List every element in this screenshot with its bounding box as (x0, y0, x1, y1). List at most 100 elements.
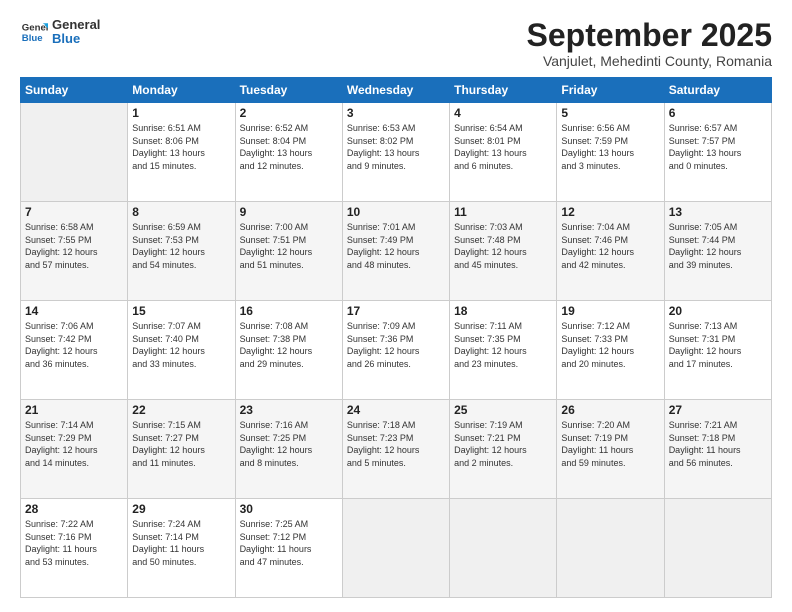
weekday-header-monday: Monday (128, 78, 235, 103)
month-title: September 2025 (527, 18, 772, 53)
day-info: Sunrise: 7:15 AM Sunset: 7:27 PM Dayligh… (132, 419, 230, 469)
day-info: Sunrise: 7:04 AM Sunset: 7:46 PM Dayligh… (561, 221, 659, 271)
day-info: Sunrise: 7:14 AM Sunset: 7:29 PM Dayligh… (25, 419, 123, 469)
svg-text:Blue: Blue (22, 33, 43, 44)
calendar-table: SundayMondayTuesdayWednesdayThursdayFrid… (20, 77, 772, 598)
day-number: 1 (132, 106, 230, 120)
day-number: 30 (240, 502, 338, 516)
day-info: Sunrise: 7:08 AM Sunset: 7:38 PM Dayligh… (240, 320, 338, 370)
day-cell: 8 Sunrise: 6:59 AM Sunset: 7:53 PM Daylig… (128, 202, 235, 301)
day-info: Sunrise: 7:07 AM Sunset: 7:40 PM Dayligh… (132, 320, 230, 370)
day-number: 15 (132, 304, 230, 318)
day-info: Sunrise: 7:24 AM Sunset: 7:14 PM Dayligh… (132, 518, 230, 568)
day-cell (21, 103, 128, 202)
day-number: 12 (561, 205, 659, 219)
day-info: Sunrise: 6:54 AM Sunset: 8:01 PM Dayligh… (454, 122, 552, 172)
day-number: 29 (132, 502, 230, 516)
weekday-header-tuesday: Tuesday (235, 78, 342, 103)
day-cell: 24 Sunrise: 7:18 AM Sunset: 7:23 PM Dayli… (342, 400, 449, 499)
day-cell: 22 Sunrise: 7:15 AM Sunset: 7:27 PM Dayli… (128, 400, 235, 499)
day-cell: 2 Sunrise: 6:52 AM Sunset: 8:04 PM Daylig… (235, 103, 342, 202)
day-number: 17 (347, 304, 445, 318)
day-cell: 17 Sunrise: 7:09 AM Sunset: 7:36 PM Dayli… (342, 301, 449, 400)
week-row-3: 14 Sunrise: 7:06 AM Sunset: 7:42 PM Dayli… (21, 301, 772, 400)
title-block: September 2025 Vanjulet, Mehedinti Count… (527, 18, 772, 69)
day-number: 24 (347, 403, 445, 417)
day-info: Sunrise: 7:06 AM Sunset: 7:42 PM Dayligh… (25, 320, 123, 370)
logo-icon: General Blue (20, 18, 48, 46)
day-cell: 20 Sunrise: 7:13 AM Sunset: 7:31 PM Dayli… (664, 301, 771, 400)
logo: General Blue General Blue (20, 18, 100, 47)
day-number: 20 (669, 304, 767, 318)
day-info: Sunrise: 7:05 AM Sunset: 7:44 PM Dayligh… (669, 221, 767, 271)
weekday-header-wednesday: Wednesday (342, 78, 449, 103)
day-cell: 19Sunrise: 7:12 AM Sunset: 7:33 PM Dayli… (557, 301, 664, 400)
day-info: Sunrise: 7:12 AM Sunset: 7:33 PM Dayligh… (561, 320, 659, 370)
day-cell: 14 Sunrise: 7:06 AM Sunset: 7:42 PM Dayli… (21, 301, 128, 400)
day-cell: 23 Sunrise: 7:16 AM Sunset: 7:25 PM Dayli… (235, 400, 342, 499)
day-number: 8 (132, 205, 230, 219)
day-number: 23 (240, 403, 338, 417)
day-number: 16 (240, 304, 338, 318)
day-number: 22 (132, 403, 230, 417)
calendar-body: 1 Sunrise: 6:51 AM Sunset: 8:06 PM Daylig… (21, 103, 772, 598)
week-row-2: 7 Sunrise: 6:58 AM Sunset: 7:55 PM Daylig… (21, 202, 772, 301)
page: General Blue General Blue September 2025… (0, 0, 792, 612)
day-info: Sunrise: 7:20 AM Sunset: 7:19 PM Dayligh… (561, 419, 659, 469)
day-info: Sunrise: 7:19 AM Sunset: 7:21 PM Dayligh… (454, 419, 552, 469)
day-cell: 26 Sunrise: 7:20 AM Sunset: 7:19 PM Dayli… (557, 400, 664, 499)
week-row-4: 21Sunrise: 7:14 AM Sunset: 7:29 PM Dayli… (21, 400, 772, 499)
day-number: 6 (669, 106, 767, 120)
day-cell: 30Sunrise: 7:25 AM Sunset: 7:12 PM Dayli… (235, 499, 342, 598)
day-number: 2 (240, 106, 338, 120)
day-number: 27 (669, 403, 767, 417)
day-cell: 13Sunrise: 7:05 AM Sunset: 7:44 PM Dayli… (664, 202, 771, 301)
weekday-header-friday: Friday (557, 78, 664, 103)
calendar-header: SundayMondayTuesdayWednesdayThursdayFrid… (21, 78, 772, 103)
weekday-header-thursday: Thursday (450, 78, 557, 103)
day-cell (450, 499, 557, 598)
day-cell: 3 Sunrise: 6:53 AM Sunset: 8:02 PM Daylig… (342, 103, 449, 202)
day-info: Sunrise: 7:16 AM Sunset: 7:25 PM Dayligh… (240, 419, 338, 469)
day-cell: 10Sunrise: 7:01 AM Sunset: 7:49 PM Dayli… (342, 202, 449, 301)
day-cell: 15 Sunrise: 7:07 AM Sunset: 7:40 PM Dayli… (128, 301, 235, 400)
day-number: 3 (347, 106, 445, 120)
day-info: Sunrise: 7:13 AM Sunset: 7:31 PM Dayligh… (669, 320, 767, 370)
day-info: Sunrise: 6:59 AM Sunset: 7:53 PM Dayligh… (132, 221, 230, 271)
weekday-header-sunday: Sunday (21, 78, 128, 103)
day-info: Sunrise: 6:53 AM Sunset: 8:02 PM Dayligh… (347, 122, 445, 172)
day-number: 7 (25, 205, 123, 219)
day-cell: 12 Sunrise: 7:04 AM Sunset: 7:46 PM Dayli… (557, 202, 664, 301)
day-info: Sunrise: 7:09 AM Sunset: 7:36 PM Dayligh… (347, 320, 445, 370)
day-number: 26 (561, 403, 659, 417)
day-cell: 11Sunrise: 7:03 AM Sunset: 7:48 PM Dayli… (450, 202, 557, 301)
day-info: Sunrise: 7:11 AM Sunset: 7:35 PM Dayligh… (454, 320, 552, 370)
day-number: 5 (561, 106, 659, 120)
location-title: Vanjulet, Mehedinti County, Romania (527, 53, 772, 69)
week-row-1: 1 Sunrise: 6:51 AM Sunset: 8:06 PM Daylig… (21, 103, 772, 202)
day-number: 14 (25, 304, 123, 318)
day-cell: 5Sunrise: 6:56 AM Sunset: 7:59 PM Daylig… (557, 103, 664, 202)
weekday-header-row: SundayMondayTuesdayWednesdayThursdayFrid… (21, 78, 772, 103)
day-info: Sunrise: 6:58 AM Sunset: 7:55 PM Dayligh… (25, 221, 123, 271)
day-number: 4 (454, 106, 552, 120)
day-cell: 16 Sunrise: 7:08 AM Sunset: 7:38 PM Dayli… (235, 301, 342, 400)
logo-text: General Blue (52, 18, 100, 47)
day-cell: 18Sunrise: 7:11 AM Sunset: 7:35 PM Dayli… (450, 301, 557, 400)
day-info: Sunrise: 7:21 AM Sunset: 7:18 PM Dayligh… (669, 419, 767, 469)
day-cell: 29 Sunrise: 7:24 AM Sunset: 7:14 PM Dayli… (128, 499, 235, 598)
day-cell: 9Sunrise: 7:00 AM Sunset: 7:51 PM Daylig… (235, 202, 342, 301)
day-info: Sunrise: 6:52 AM Sunset: 8:04 PM Dayligh… (240, 122, 338, 172)
day-info: Sunrise: 6:51 AM Sunset: 8:06 PM Dayligh… (132, 122, 230, 172)
day-info: Sunrise: 7:18 AM Sunset: 7:23 PM Dayligh… (347, 419, 445, 469)
day-cell: 7 Sunrise: 6:58 AM Sunset: 7:55 PM Daylig… (21, 202, 128, 301)
day-info: Sunrise: 7:22 AM Sunset: 7:16 PM Dayligh… (25, 518, 123, 568)
day-cell: 25 Sunrise: 7:19 AM Sunset: 7:21 PM Dayli… (450, 400, 557, 499)
header: General Blue General Blue September 2025… (20, 18, 772, 69)
day-cell: 4 Sunrise: 6:54 AM Sunset: 8:01 PM Daylig… (450, 103, 557, 202)
day-number: 10 (347, 205, 445, 219)
day-cell (664, 499, 771, 598)
day-number: 25 (454, 403, 552, 417)
week-row-5: 28Sunrise: 7:22 AM Sunset: 7:16 PM Dayli… (21, 499, 772, 598)
day-cell: 28Sunrise: 7:22 AM Sunset: 7:16 PM Dayli… (21, 499, 128, 598)
